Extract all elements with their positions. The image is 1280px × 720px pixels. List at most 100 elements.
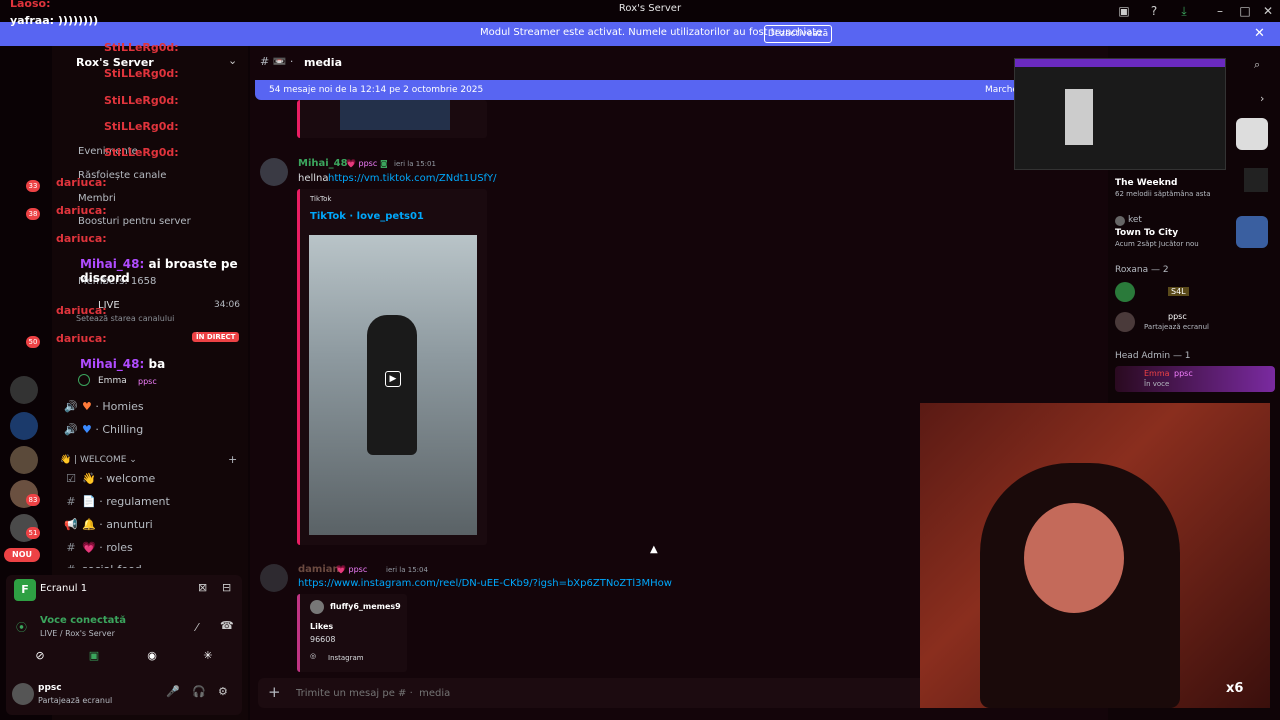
close-banner-icon[interactable]: ✕ xyxy=(1254,26,1265,41)
streamer-face xyxy=(1024,503,1124,613)
server-icon[interactable] xyxy=(10,446,38,474)
avatar[interactable] xyxy=(1115,282,1135,302)
activity-title[interactable]: Town To City xyxy=(1115,228,1178,238)
message-author[interactable]: damian xyxy=(298,564,340,575)
instagram-embed: fluffy6_memes9 Likes 96608 ◎ Instagram xyxy=(297,594,407,672)
channel-label: Chilling xyxy=(102,423,144,436)
server-icon[interactable] xyxy=(10,376,38,404)
member-status: Partajează ecranul xyxy=(1144,323,1209,331)
chevron-right-icon[interactable]: › xyxy=(1260,92,1264,105)
channel-roles[interactable]: # 💗 · roles xyxy=(60,538,240,558)
message-author[interactable]: Mihai_48 xyxy=(298,158,348,169)
author-badge: 💗 ppsc xyxy=(336,565,368,574)
badge-text: ppsc xyxy=(348,565,368,574)
overlay-chat-line: StiLLeRg0d: xyxy=(104,146,179,159)
download-icon[interactable]: ⤓ xyxy=(1176,3,1192,19)
likes-label: Likes xyxy=(310,622,334,631)
overlay-chat-line: Laoso: xyxy=(10,0,51,10)
channel-regulament[interactable]: # 📄 · regulament xyxy=(60,492,240,512)
member-status: În voce xyxy=(1144,380,1170,388)
user-name[interactable]: ppsc xyxy=(38,683,62,693)
activity-icon[interactable]: ◉ xyxy=(132,649,172,669)
screen-name[interactable]: Ecranul 1 xyxy=(40,583,87,594)
member-row-highlight[interactable] xyxy=(1115,366,1275,392)
cat-image xyxy=(1236,118,1268,150)
embed-image[interactable] xyxy=(340,100,450,130)
server-icon[interactable] xyxy=(10,412,38,440)
overlay-chat-line: StiLLeRg0d: xyxy=(104,67,179,80)
gear-icon[interactable]: ⚙ xyxy=(218,685,228,698)
voice-location[interactable]: LIVE / Rox's Server xyxy=(40,629,115,638)
message-link[interactable]: https://www.instagram.com/reel/DN-uEE-CK… xyxy=(298,578,672,589)
tiktok-embed: TikTok TikTok · love_pets01 ▶ xyxy=(297,189,487,545)
unread-badge: 51 xyxy=(26,527,40,539)
channel-social-feed[interactable]: #social-feed xyxy=(60,560,240,568)
voice-channel-homies[interactable]: 🔊 ♥ · Homies xyxy=(60,397,240,417)
attach-icon[interactable]: + xyxy=(268,683,281,701)
preview-banner xyxy=(1015,59,1225,67)
overlay-chat-line: dariuca: xyxy=(56,332,107,345)
channel-welcome[interactable]: ☑ 👋 · welcome xyxy=(60,469,240,489)
channel-title: media xyxy=(304,56,342,69)
channel-anunturi[interactable]: 📢 🔔 · anunturi xyxy=(60,515,240,535)
minimize-icon[interactable]: – xyxy=(1212,3,1228,19)
server-boosts-item[interactable]: Boosturi pentru server xyxy=(78,216,191,227)
headphones-icon[interactable]: 🎧 xyxy=(192,685,206,698)
message-link[interactable]: https://vm.tiktok.com/ZNdt1USfY/ xyxy=(328,173,497,184)
disable-streamer-button[interactable]: Dezactivează xyxy=(764,25,832,43)
inbox-icon[interactable]: ▣ xyxy=(1116,3,1132,19)
member-name[interactable]: Emma xyxy=(1144,369,1170,378)
close-window-icon[interactable]: ✕ xyxy=(1260,3,1276,19)
video-off-icon[interactable]: ⊘ xyxy=(20,649,60,669)
overlay-chat-line: yafraa: )))))))) xyxy=(10,14,98,27)
message-input[interactable] xyxy=(296,684,996,702)
stop-stream-icon[interactable]: ⊠ xyxy=(198,581,207,594)
live-badge: ÎN DIRECT xyxy=(192,332,240,342)
avatar[interactable] xyxy=(1115,312,1135,332)
new-messages-text: 54 mesaje noi de la 12:14 pe 2 octombrie… xyxy=(269,85,484,95)
title-bar: Rox's Server ▣ ? ⤓ – □ ✕ xyxy=(0,0,1280,22)
noise-suppression-icon[interactable]: ⁄ xyxy=(196,621,198,634)
activity-sub: Acum 2săpt Jucător nou xyxy=(1115,240,1199,248)
voice-connected-label[interactable]: Voce conectată xyxy=(40,615,126,626)
category-welcome[interactable]: 👋 | WELCOME ⌄ xyxy=(60,455,137,465)
member-tag[interactable]: S4L xyxy=(1168,287,1189,296)
member-badge[interactable]: ppsc xyxy=(1168,312,1187,321)
soundboard-icon[interactable]: ✳ xyxy=(188,649,228,669)
channel-label: welcome xyxy=(106,472,156,485)
unread-badge: 38 xyxy=(26,208,40,220)
play-icon[interactable]: ▶ xyxy=(385,371,401,387)
video-thumbnail[interactable]: ▶ xyxy=(309,235,477,535)
disconnect-icon[interactable]: ☎ xyxy=(220,619,234,632)
chevron-down-icon[interactable]: ⌄ xyxy=(228,54,237,67)
maximize-icon[interactable]: □ xyxy=(1237,3,1253,19)
activity-title[interactable]: The Weeknd xyxy=(1115,178,1177,188)
embed-title[interactable]: TikTok · love_pets01 xyxy=(310,211,424,222)
stream-settings-icon[interactable]: ⊟ xyxy=(222,581,231,594)
member-name[interactable]: ket xyxy=(1128,215,1142,225)
user-status: Partajează ecranul xyxy=(38,696,113,705)
cam-multiplier: x6 xyxy=(1226,681,1244,696)
unread-badge: 50 xyxy=(26,336,40,348)
voice-user-name[interactable]: Emma xyxy=(98,376,127,386)
voice-channel-chilling[interactable]: 🔊 ♥ · Chilling xyxy=(60,420,240,440)
search-icon[interactable]: ⌕ xyxy=(1254,58,1260,72)
stream-preview-icon: F xyxy=(14,579,36,601)
overlay-chat-line: dariuca: xyxy=(56,176,107,189)
cursor-icon: ▲ xyxy=(650,544,658,555)
avatar[interactable] xyxy=(12,683,34,705)
avatar xyxy=(1115,216,1125,226)
help-icon[interactable]: ? xyxy=(1146,3,1162,19)
overlay-chat-line: StiLLeRg0d: xyxy=(104,41,179,54)
add-channel-icon[interactable]: + xyxy=(228,453,237,466)
role-group-label: Roxana — 2 xyxy=(1115,265,1169,275)
new-messages-bar[interactable]: 54 mesaje noi de la 12:14 pe 2 octombrie… xyxy=(255,80,1035,100)
avatar[interactable] xyxy=(260,158,288,186)
members-item[interactable]: Membri xyxy=(78,193,116,204)
hash-icon: # 📼 · xyxy=(260,55,294,68)
stream-preview-thumbnail[interactable] xyxy=(1014,58,1226,170)
screen-share-icon[interactable]: ▣ xyxy=(74,649,114,669)
embed-author[interactable]: fluffy6_memes9 xyxy=(330,602,401,611)
avatar[interactable] xyxy=(260,564,288,592)
microphone-icon[interactable]: 🎤 xyxy=(166,685,180,698)
